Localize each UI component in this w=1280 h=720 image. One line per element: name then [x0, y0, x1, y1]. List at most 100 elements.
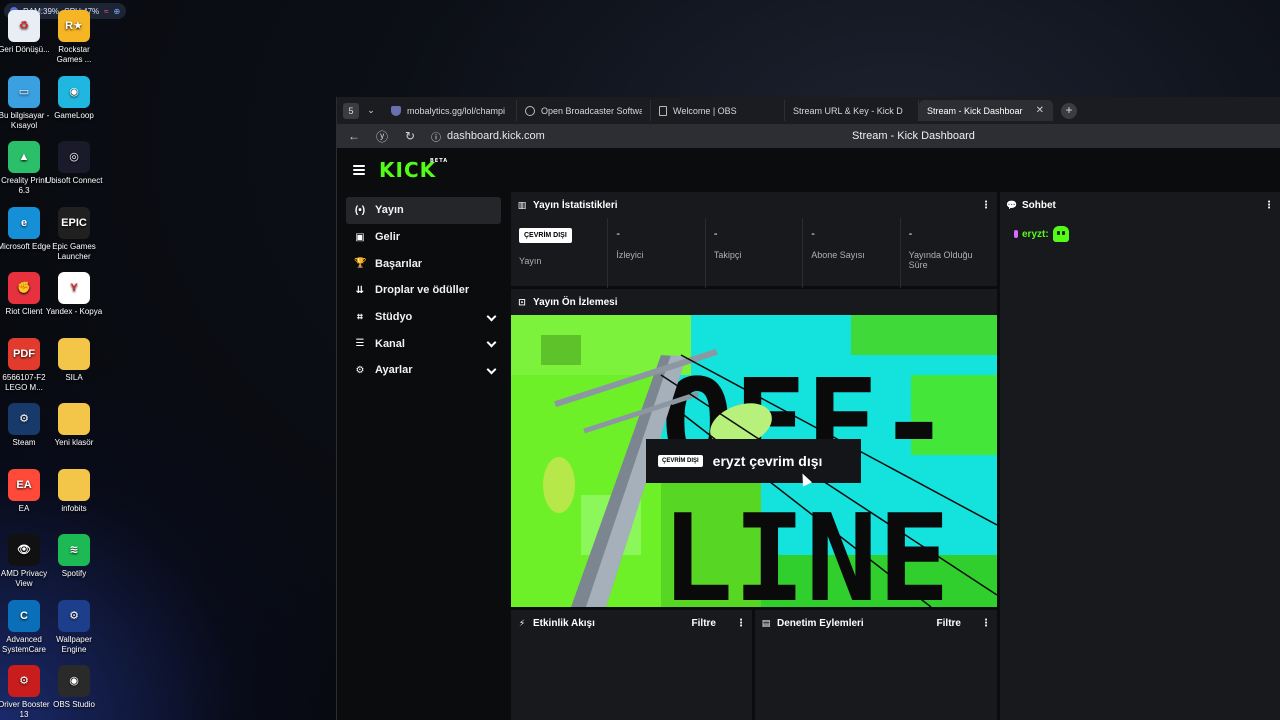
studio-icon: ⌗ [357, 311, 363, 323]
stat-value: - [908, 228, 913, 240]
chevron-down-icon[interactable] [486, 311, 497, 322]
sidebar-item[interactable]: ⌗ Stüdyo [346, 304, 501, 331]
tab-label: mobalytics.gg/lol/champi [407, 105, 506, 116]
panel-title: Denetim Eylemleri [777, 617, 864, 629]
stat-label: Takipçi [713, 250, 742, 260]
sidebar-item-label: Gelir [375, 231, 401, 244]
stat-label: Abone Sayısı [811, 250, 865, 260]
menu-icon[interactable] [353, 165, 365, 175]
more-options-icon[interactable]: ⋮ [1264, 200, 1274, 211]
sidebar-nav: (•) Yayın ▣ Gelir 🏆 Başarılar ⇊ Droplar ve ödül… [346, 197, 501, 384]
recycle-bin-icon: ♻ [8, 10, 40, 42]
art-text-line: LINE [661, 490, 950, 607]
offline-badge: ÇEVRİM DIŞI [658, 455, 703, 467]
address-bar: ← ⓨ ↻ ⓘ dashboard.kick.com Stream - Kick… [337, 124, 1280, 148]
folder-icon [58, 468, 90, 501]
desktop-shortcut[interactable]: ◎ Ubisoft Connect [45, 141, 103, 186]
workspace-button[interactable]: 5 [343, 102, 359, 119]
site-info-icon[interactable]: ⓘ [431, 129, 441, 144]
filter-button[interactable]: Filtre [692, 618, 716, 629]
panel-header: ▥ Yayın İstatistikleri ⋮ [511, 192, 997, 218]
stat-cell: - Yayında Olduğu Süre [901, 218, 997, 288]
broadcast-icon: (•) [354, 204, 366, 216]
desktop-shortcut-label: Yandex - Kopya [45, 307, 103, 316]
panel-title: Yayın İstatistikleri [533, 199, 618, 211]
chevron-down-icon[interactable] [486, 337, 497, 348]
filter-button[interactable]: Filtre [937, 618, 961, 629]
reload-icon[interactable]: ↻ [403, 129, 417, 143]
desktop-shortcut[interactable]: ≋ Spotify [45, 534, 103, 579]
kick-logo[interactable]: KICK BETA [379, 158, 447, 182]
channel-icon: ☰ [355, 338, 365, 350]
desktop-shortcut-label: Yeni klasör [54, 438, 94, 447]
close-tab-icon[interactable]: ✕ [1036, 105, 1044, 116]
more-options-icon[interactable]: ⋮ [736, 618, 746, 629]
tab-label: Stream - Kick Dashboar [927, 105, 1023, 116]
riot-client-icon: ✊ [8, 272, 40, 304]
more-options-icon[interactable]: ⋮ [981, 618, 991, 629]
wifi-icon: ≈ [104, 6, 109, 16]
sidebar-item[interactable]: 🏆 Başarılar [346, 250, 501, 277]
desktop-shortcut[interactable]: EPIC Epic Games Launcher [45, 206, 103, 262]
desktop-shortcut[interactable]: R★ Rockstar Games ... [45, 10, 103, 65]
browser-tab[interactable]: KStream - Kick Dashboar✕ [337, 100, 1053, 158]
desktop-shortcut-label: EA [18, 503, 30, 513]
sidebar-item-label: Kanal [375, 337, 405, 350]
arrows-icon: ⊕ [113, 6, 121, 16]
desktop-shortcut[interactable]: ⚙ Wallpaper Engine [45, 599, 103, 655]
back-arrow-icon[interactable]: ← [347, 129, 361, 143]
more-options-icon[interactable]: ⋮ [981, 200, 991, 211]
sidebar-item-label: Yayın [375, 204, 404, 217]
desktop-shortcut-label: Microsoft Edge [0, 241, 51, 251]
preview-icon: ⊡ [518, 296, 526, 307]
tabs: mobalytics.gg/lol/champi Open Broadcaster… [337, 100, 1053, 158]
offline-notice: ÇEVRİM DIŞI eryzt çevrim dışı [646, 439, 861, 483]
desktop-shortcut-label: Riot Client [5, 307, 43, 316]
gavel-icon: ▤ [761, 617, 771, 628]
browser-tab[interactable]: Welcome | OBS [651, 100, 785, 121]
tab-list-chevron-icon[interactable]: ⌄ [363, 103, 379, 119]
this-pc-icon: ▭ [8, 75, 40, 108]
yandex-home-icon[interactable]: ⓨ [375, 128, 389, 145]
trophy-icon: 🏆 [354, 258, 367, 270]
desktop-shortcut-label: SILA [65, 372, 83, 382]
tab-favicon-icon [525, 105, 535, 116]
stat-label: Yayında Olduğu Süre [908, 250, 973, 270]
panel-header: 💬 Sohbet ⋮ [1000, 192, 1280, 218]
desktop-shortcut[interactable]: Y Yandex - Kopya [45, 272, 103, 317]
chat-username[interactable]: eryzt: [1022, 229, 1049, 240]
browser-tab[interactable]: mobalytics.gg/lol/champi [383, 100, 517, 121]
desktop-shortcut[interactable]: Yeni klasör [45, 403, 103, 448]
desktop-shortcut-label: Rockstar Games ... [56, 45, 92, 64]
stat-cell: - Takipçi [706, 218, 804, 288]
stream-preview-panel: ⊡ Yayın Ön İzlemesi [511, 289, 997, 315]
browser-tab[interactable]: KStream URL & Key - Kick D [337, 100, 919, 158]
sidebar-item[interactable]: ⇊ Droplar ve ödüller [346, 277, 501, 304]
desktop-shortcut-label: Spotify [61, 569, 87, 578]
chart-icon: ▥ [517, 199, 527, 210]
desktop-shortcut[interactable]: ◉ OBS Studio [45, 665, 103, 710]
desktop-shortcut[interactable]: infobits [45, 468, 103, 514]
panel-header: ⊡ Yayın Ön İzlemesi [511, 289, 997, 315]
rockstar-games-icon: R★ [58, 10, 90, 42]
desktop-shortcut-label: Ubisoft Connect [45, 176, 103, 185]
microsoft-edge-icon: e [8, 206, 40, 239]
sidebar-item[interactable]: ☰ Kanal [346, 330, 501, 357]
browser-tab[interactable]: Open Broadcaster Softwa [517, 100, 651, 121]
sidebar-item[interactable]: ⚙ Ayarlar [346, 357, 501, 384]
chevron-down-icon[interactable] [486, 364, 497, 375]
new-tab-button[interactable]: + [1061, 102, 1077, 119]
offline-status-badge: ÇEVRİM DIŞI [519, 228, 572, 243]
beta-tag: BETA [430, 158, 449, 164]
wallpaper-engine-icon: ⚙ [58, 599, 90, 632]
url-field[interactable]: ⓘ dashboard.kick.com [431, 129, 545, 144]
tab-label: Open Broadcaster Softwa [541, 105, 642, 116]
desktop-shortcut[interactable]: SILA [45, 337, 103, 383]
sidebar-item-label: Ayarlar [375, 364, 413, 377]
url-text: dashboard.kick.com [447, 130, 545, 142]
moderation-actions-panel: ▤ Denetim Eylemleri Filtre ⋮ [755, 610, 997, 720]
sidebar-item[interactable]: (•) Yayın [346, 197, 501, 224]
desktop-shortcut[interactable]: ◉ GameLoop [45, 75, 103, 121]
stat-value: - [811, 228, 815, 240]
sidebar-item[interactable]: ▣ Gelir [346, 224, 501, 251]
